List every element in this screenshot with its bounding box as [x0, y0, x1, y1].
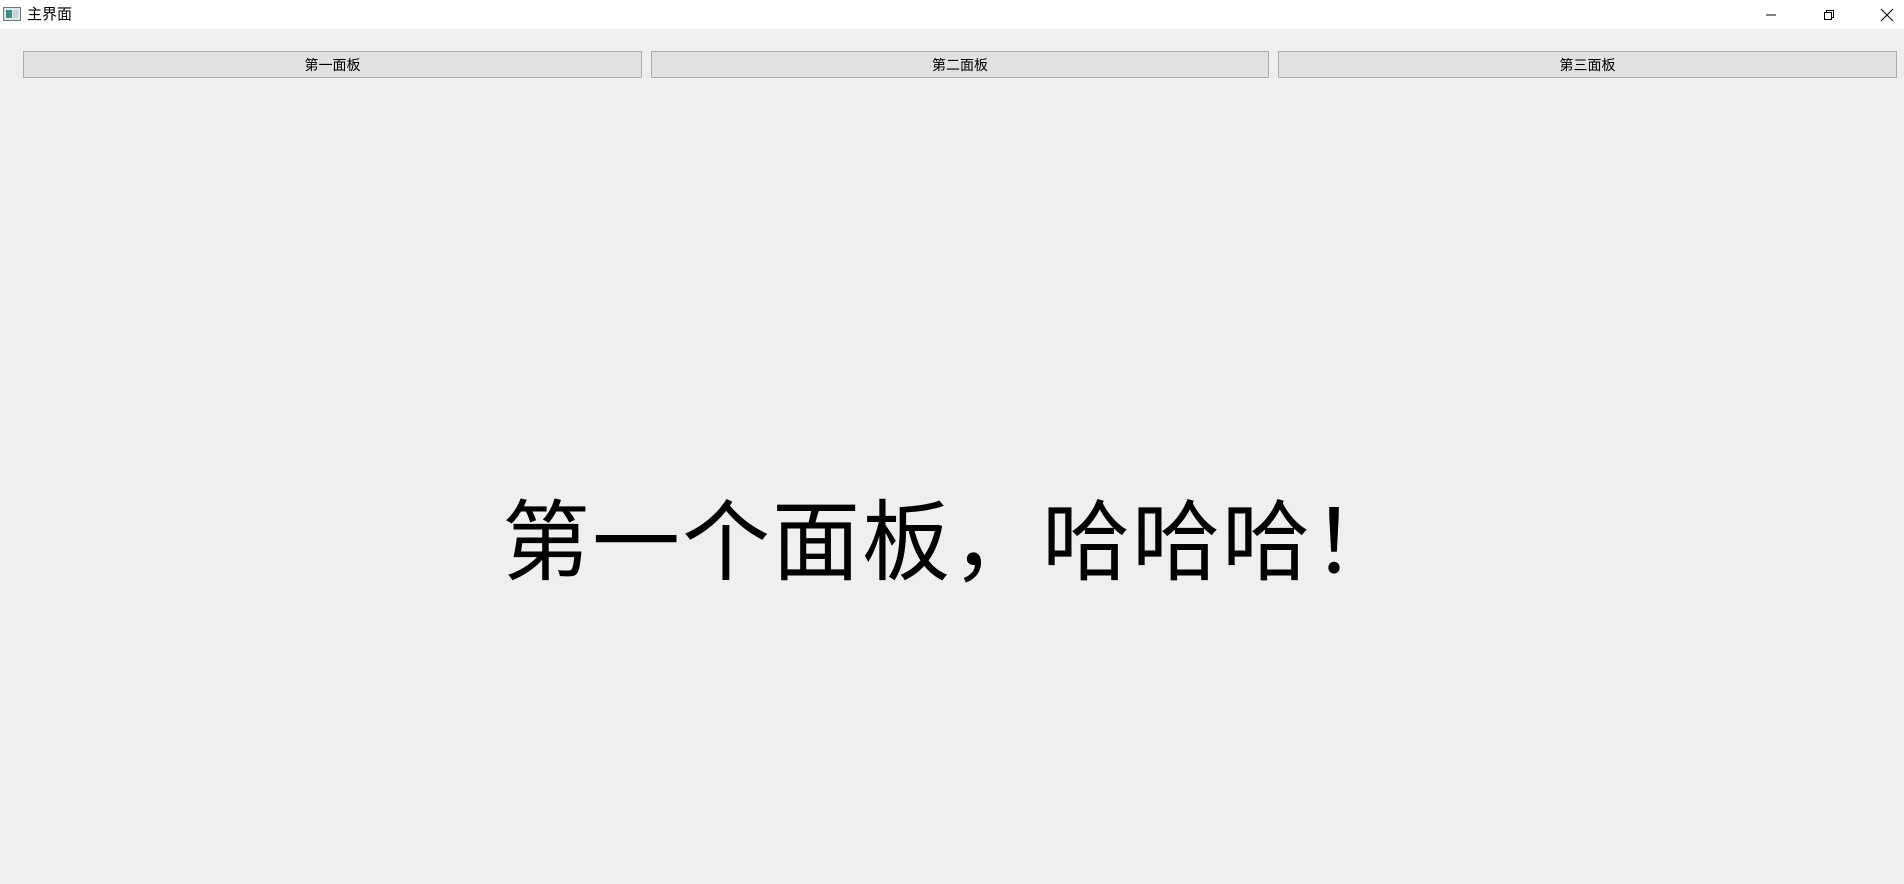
panel-message: 第一个面板，哈哈哈！ — [501, 491, 1402, 594]
close-button[interactable] — [1858, 0, 1904, 29]
second-panel-button[interactable]: 第二面板 — [651, 51, 1269, 78]
first-panel-button[interactable]: 第一面板 — [23, 51, 642, 78]
title-bar: 主界面 — [0, 0, 1904, 29]
minimize-button[interactable] — [1742, 0, 1800, 29]
restore-icon — [1824, 9, 1834, 20]
third-panel-button[interactable]: 第三面板 — [1278, 51, 1897, 78]
close-icon — [1880, 8, 1894, 21]
app-window-icon[interactable] — [3, 7, 21, 21]
window-title: 主界面 — [27, 5, 73, 23]
restore-button[interactable] — [1800, 0, 1858, 29]
minimize-icon — [1766, 14, 1776, 15]
panel-switcher: 第一面板 第二面板 第三面板 — [23, 51, 1897, 78]
